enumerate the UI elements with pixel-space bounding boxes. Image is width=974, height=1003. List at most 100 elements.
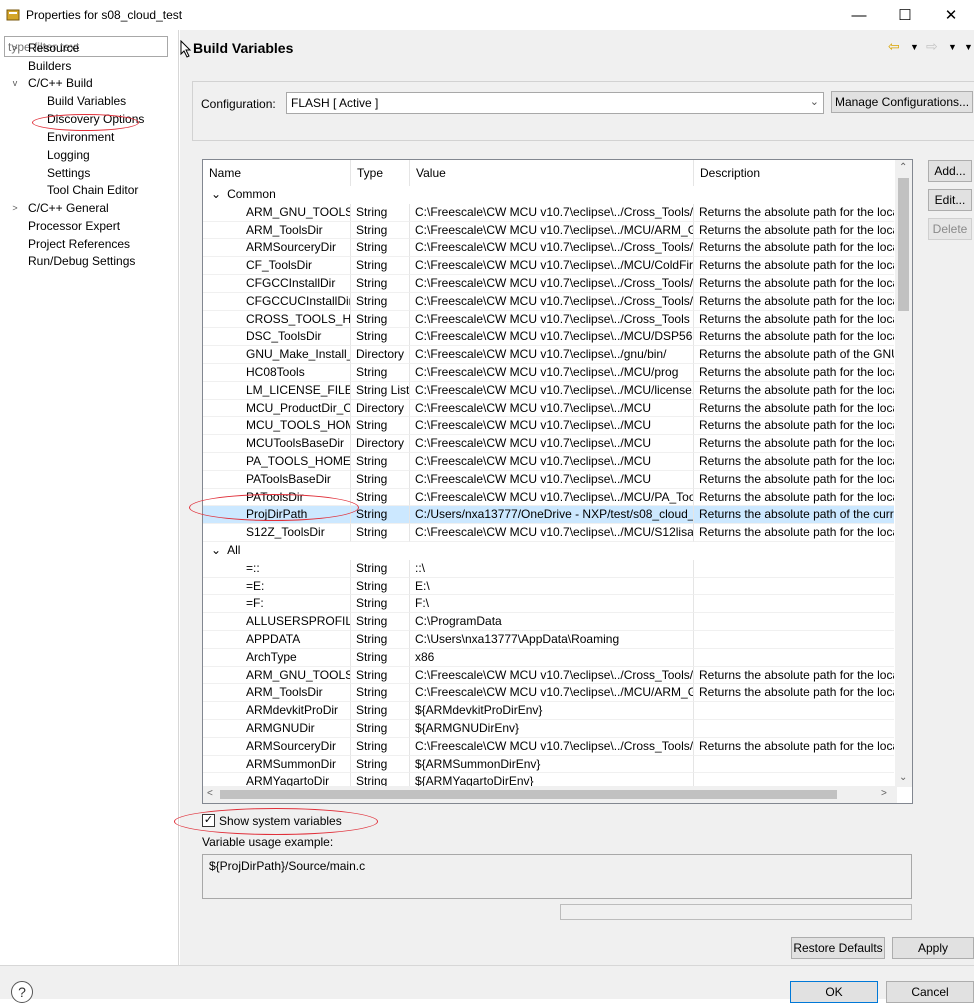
forward-arrow-icon[interactable]: ⇨ <box>926 38 938 55</box>
table-group-all[interactable]: ⌄ All <box>211 542 240 560</box>
column-header-name[interactable]: Name <box>203 160 351 186</box>
close-button[interactable]: ✕ <box>928 0 974 30</box>
restore-defaults-button[interactable]: Restore Defaults <box>791 937 885 959</box>
table-row[interactable]: APPDATA String C:\Users\nxa13777\AppData\R… <box>203 631 894 649</box>
view-menu-icon[interactable]: ▼ <box>964 42 973 52</box>
configuration-select[interactable]: FLASH [ Active ] ⌄ <box>286 92 824 114</box>
column-header-type[interactable]: Type <box>351 160 410 186</box>
table-row[interactable]: =E: String E:\ <box>203 577 894 596</box>
back-dropdown-icon[interactable]: ▼ <box>910 42 919 52</box>
sidebar-item-build-variables[interactable]: Build Variables <box>47 93 126 110</box>
chevron-down-icon[interactable]: ⌄ <box>211 543 221 557</box>
table-row[interactable]: MCU_ProductDir_CommonDirectoryC:\Freesca… <box>203 399 894 418</box>
cell-description: Returns the absolute path for the locati… <box>694 738 894 756</box>
apply-button[interactable]: Apply <box>892 937 974 959</box>
chevron-right-icon[interactable]: > <box>10 40 20 57</box>
chevron-down-icon[interactable]: v <box>10 75 20 92</box>
table-row[interactable]: ARMdevkitProDir String ${ARMdevkitProDirEn… <box>203 702 894 720</box>
scroll-right-icon[interactable]: > <box>881 788 887 799</box>
table-row[interactable]: PAToolsDir String C:\Freescale\CW MCU v10.… <box>203 488 894 507</box>
forward-dropdown-icon[interactable]: ▼ <box>948 42 957 52</box>
sidebar-item-discovery-options[interactable]: Discovery Options <box>47 111 144 128</box>
show-system-variables-checkbox[interactable]: ✓ <box>202 814 215 827</box>
table-row[interactable]: ARMSourceryDir String C:\Freescale\CW MCU … <box>203 737 894 756</box>
vertical-scrollbar[interactable]: ⌃ ⌄ <box>895 160 912 787</box>
cell-value: C:\Freescale\CW MCU v10.7\eclipse\../MCU… <box>410 684 694 703</box>
sidebar-item-logging[interactable]: Logging <box>47 147 90 164</box>
help-icon[interactable]: ? <box>11 981 33 1003</box>
page-title: Build Variables <box>193 40 294 56</box>
configuration-value: FLASH [ Active ] <box>291 96 379 110</box>
sidebar-item-project-references[interactable]: Project References <box>28 236 130 253</box>
scroll-down-icon[interactable]: ⌄ <box>899 772 907 783</box>
sidebar-item-processor-expert[interactable]: Processor Expert <box>28 218 120 235</box>
cell-type: Directory <box>351 435 410 453</box>
cell-value: C:\Freescale\CW MCU v10.7\eclipse\../Cro… <box>410 310 694 329</box>
table-row[interactable]: CF_ToolsDir String C:\Freescale\CW MCU v10… <box>203 257 894 275</box>
ok-button[interactable]: OK <box>790 981 878 1003</box>
chevron-right-icon[interactable]: > <box>10 200 20 217</box>
table-row[interactable]: ARM_ToolsDir String C:\Freescale\CW MCU v1… <box>203 221 894 240</box>
table-group-common[interactable]: ⌄ Common <box>211 186 276 204</box>
table-row[interactable]: MCUToolsBaseDir Directory C:\Freescale\CW … <box>203 435 894 453</box>
table-row[interactable]: MCU_TOOLS_HOMEStringC:\Freescale\CW MCU … <box>203 417 894 436</box>
maximize-button[interactable]: ☐ <box>882 0 928 30</box>
column-header-value[interactable]: Value <box>410 160 694 186</box>
cancel-button[interactable]: Cancel <box>886 981 974 1003</box>
table-row[interactable]: CFGCCInstallDir String C:\Freescale\CW MCU… <box>203 275 894 293</box>
cell-description: Returns the absolute path for the locati… <box>694 400 894 418</box>
horizontal-scroll-thumb[interactable] <box>220 790 837 799</box>
scroll-up-icon[interactable]: ⌃ <box>899 162 907 173</box>
table-row[interactable]: GNU_Make_Install_DirDirectoryC:\Freescal… <box>203 346 894 364</box>
cell-name: CFGCCInstallDir <box>203 275 351 293</box>
table-row[interactable]: ARM_ToolsDir String C:\Freescale\CW MCU v1… <box>203 684 894 703</box>
table-row[interactable]: PA_TOOLS_HOME String C:\Freescale\CW MCU v… <box>203 453 894 471</box>
table-row[interactable]: DSC_ToolsDir String C:\Freescale\CW MCU v1… <box>203 328 894 347</box>
close-icon: ✕ <box>944 7 958 24</box>
table-row[interactable]: ARM_GNU_TOOLS_HOMEStringC:\Freescale\CW … <box>203 203 894 222</box>
table-row[interactable]: ARMGNUDir String ${ARMGNUDirEnv} <box>203 720 894 738</box>
table-row[interactable]: ArchType String x86 <box>203 648 894 667</box>
window-title: Properties for s08_cloud_test <box>26 8 183 22</box>
chevron-down-icon[interactable]: ⌄ <box>211 187 221 201</box>
sidebar-item-environment[interactable]: Environment <box>47 129 114 146</box>
column-header-description[interactable]: Description <box>694 160 894 186</box>
cell-type: String <box>351 559 410 578</box>
show-system-variables-label[interactable]: Show system variables <box>219 814 342 828</box>
vertical-scroll-thumb[interactable] <box>898 178 909 311</box>
table-row[interactable]: =:: String::\ <box>203 559 894 578</box>
edit-button[interactable]: Edit... <box>928 189 972 211</box>
sidebar-item-c-c-general[interactable]: C/C++ General <box>28 200 109 217</box>
add-button[interactable]: Add... <box>928 160 972 182</box>
sidebar-item-c-c-build[interactable]: C/C++ Build <box>28 75 93 92</box>
sidebar-item-run-debug-settings[interactable]: Run/Debug Settings <box>28 253 135 270</box>
table-row[interactable]: HC08Tools String C:\Freescale\CW MCU v10.7… <box>203 364 894 382</box>
table-row[interactable]: S12Z_ToolsDir String C:\Freescale\CW MCU v… <box>203 524 894 542</box>
manage-configurations-button[interactable]: Manage Configurations... <box>831 91 973 113</box>
cell-value: E:\ <box>410 577 694 596</box>
cell-type: String <box>351 631 410 649</box>
cell-type: String <box>351 737 410 756</box>
table-row[interactable]: ARM_GNU_TOOLS_HOMEStringC:\Freescale\CW … <box>203 666 894 685</box>
scroll-left-icon[interactable]: < <box>207 788 213 799</box>
build-variables-table: Name Type Value Description ⌄ Common ARM_G… <box>202 159 913 804</box>
table-row[interactable]: PAToolsBaseDir String C:\Freescale\CW MCU … <box>203 470 894 489</box>
cell-type: String <box>351 684 410 703</box>
sidebar-item-builders[interactable]: Builders <box>28 58 71 75</box>
table-row[interactable]: =F: String F:\ <box>203 595 894 614</box>
sidebar-item-tool-chain-editor[interactable]: Tool Chain Editor <box>47 182 138 199</box>
table-row[interactable]: ProjDirPath String C:/Users/nxa13777/OneDr… <box>203 506 894 525</box>
table-row[interactable]: LM_LICENSE_FILE String List C:\Freescale\C… <box>203 381 894 400</box>
table-row[interactable]: CFGCCUCInstallDir String C:\Freescale\CW M… <box>203 292 894 311</box>
sidebar-item-resource[interactable]: Resource <box>28 40 79 57</box>
back-arrow-icon[interactable]: ⇦ <box>888 38 900 55</box>
table-row[interactable]: ARMSummonDir String ${ARMSummonDirEnv} <box>203 755 894 774</box>
table-row[interactable]: ARMSourceryDir String C:\Freescale\CW MCU … <box>203 239 894 258</box>
sidebar-item-settings[interactable]: Settings <box>47 165 90 182</box>
table-row[interactable]: ALLUSERSPROFILE String C:\ProgramData <box>203 613 894 631</box>
cell-name: ARMSourceryDir <box>203 239 351 258</box>
table-row[interactable]: CROSS_TOOLS_HOMEStringC:\Freescale\CW MC… <box>203 310 894 329</box>
delete-button[interactable]: Delete <box>928 218 972 240</box>
horizontal-scrollbar[interactable]: < > <box>203 786 897 803</box>
minimize-button[interactable]: — <box>836 0 882 30</box>
